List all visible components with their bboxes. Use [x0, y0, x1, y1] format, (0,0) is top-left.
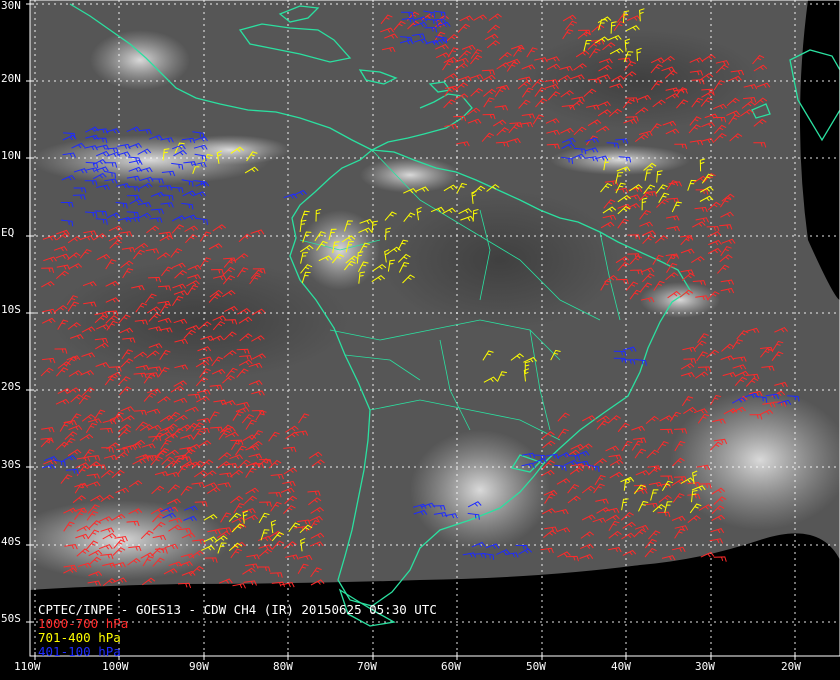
lon-label: 110W: [14, 660, 41, 673]
wind-barb: [177, 582, 192, 589]
caption-title: CPTEC/INPE - GOES13 - CDW CH4 (IR) 20150…: [38, 602, 437, 617]
map-caption: CPTEC/INPE - GOES13 - CDW CH4 (IR) 20150…: [38, 603, 437, 659]
satellite-wind-map: 30N 20N 10N EQ 10S 20S 30S 40S 50S 110W …: [0, 0, 840, 680]
lon-label: 60W: [441, 660, 461, 673]
lat-label: 50S: [1, 612, 21, 625]
lon-label: 100W: [102, 660, 129, 673]
satellite-disk: [29, 0, 840, 590]
legend-mid-level: 701-400 hPa: [38, 630, 121, 645]
lon-label: 20W: [781, 660, 801, 673]
lat-label: 10S: [1, 303, 21, 316]
satellite-image: [26, 0, 840, 660]
lon-label: 80W: [273, 660, 293, 673]
lon-label: 90W: [189, 660, 209, 673]
wind-barb: [713, 556, 727, 562]
wind-barb: [232, 583, 246, 589]
lat-label: 20S: [1, 380, 21, 393]
lat-label: 10N: [1, 149, 21, 162]
lat-label: 20N: [1, 72, 21, 85]
lon-label: 50W: [526, 660, 546, 673]
lon-label: 30W: [695, 660, 715, 673]
lon-label: 70W: [357, 660, 377, 673]
lat-label: 40S: [1, 535, 21, 548]
legend-low-level: 1000-700 hPa: [38, 616, 129, 631]
lon-label: 40W: [611, 660, 631, 673]
lat-label: EQ: [1, 226, 15, 239]
lat-label: 30N: [1, 0, 21, 12]
lat-label: 30S: [1, 458, 21, 471]
legend-high-level: 401-100 hPa: [38, 644, 121, 659]
